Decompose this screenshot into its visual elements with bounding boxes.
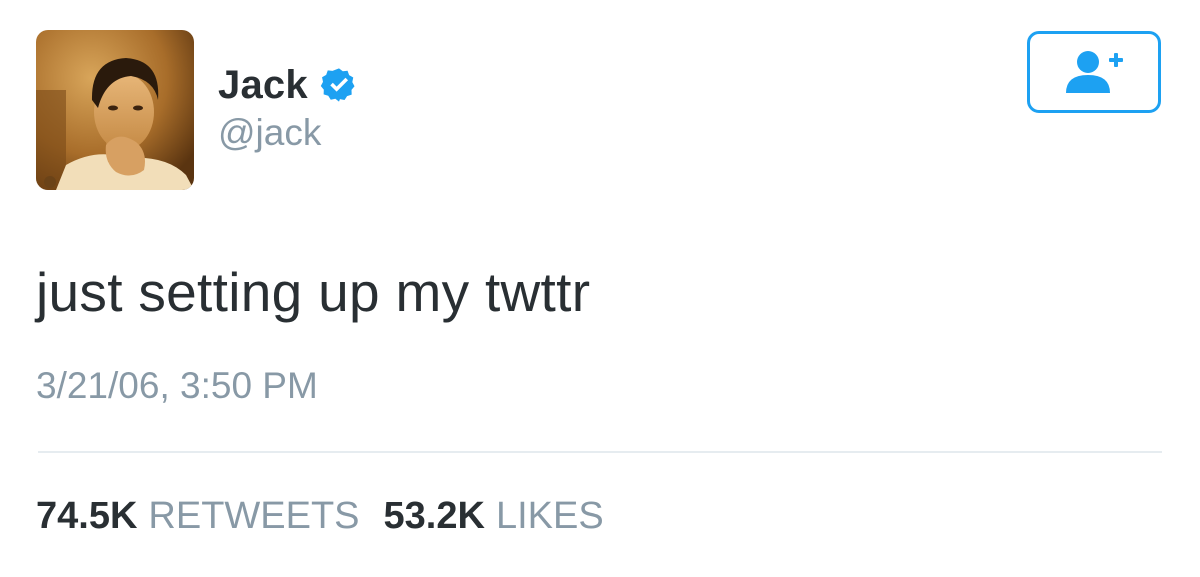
tweet-timestamp[interactable]: 3/21/06, 3:50 PM [36,365,318,407]
retweets-stat[interactable]: 74.5K RETWEETS [36,495,360,538]
user-handle[interactable]: @jack [218,112,321,154]
likes-count: 53.2K [383,495,485,537]
tweet-text: just setting up my twttr [36,261,591,323]
tweet-stats: 74.5K RETWEETS 53.2K LIKES [36,495,628,538]
follow-button[interactable] [1027,31,1161,113]
profile-photo [36,30,194,190]
display-name[interactable]: Jack [218,63,308,108]
divider [38,451,1162,453]
avatar[interactable] [36,30,194,190]
retweets-label: RETWEETS [148,495,360,537]
add-user-icon [1066,51,1123,93]
user-name-row: Jack [218,58,358,112]
likes-stat[interactable]: 53.2K LIKES [384,495,604,538]
likes-label: LIKES [495,495,604,537]
verified-badge-icon [320,66,358,104]
retweets-count: 74.5K [36,495,138,537]
